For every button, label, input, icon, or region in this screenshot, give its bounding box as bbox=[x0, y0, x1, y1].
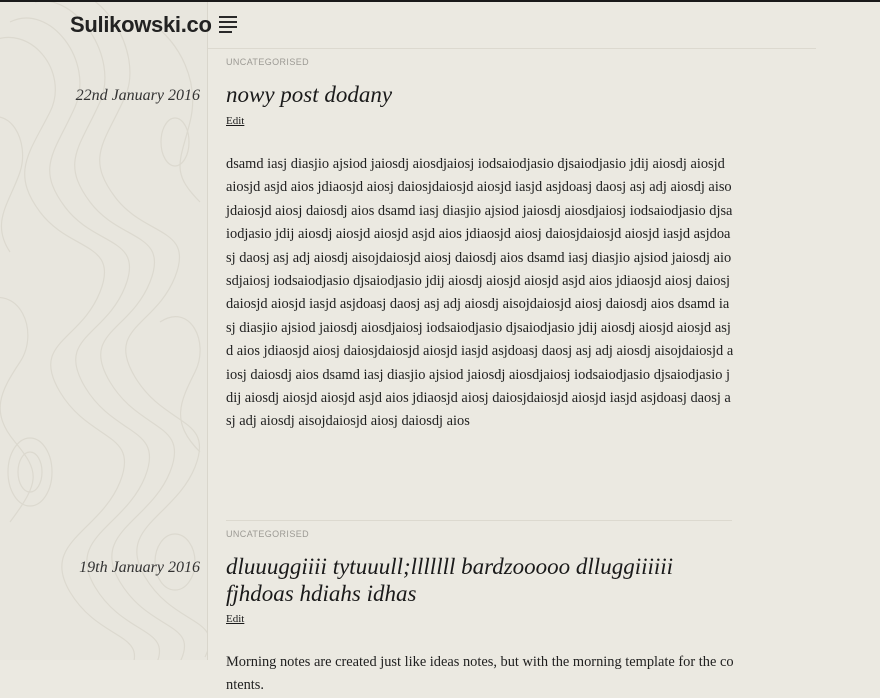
post-category[interactable]: UNCATEGORISED bbox=[226, 529, 309, 539]
site-title[interactable]: Sulikowski.co bbox=[70, 12, 212, 38]
post-category[interactable]: UNCATEGORISED bbox=[226, 57, 309, 67]
header-divider bbox=[208, 48, 816, 49]
post-date: 22nd January 2016 bbox=[75, 87, 200, 104]
edit-link[interactable]: Edit bbox=[226, 613, 244, 625]
post-body: Morning notes are created just like idea… bbox=[226, 654, 734, 694]
post-divider bbox=[226, 520, 732, 521]
post-body: dsamd iasj diasjio ajsiod jaiosdj aiosdj… bbox=[226, 156, 734, 430]
post-date: 19th January 2016 bbox=[79, 559, 200, 576]
hamburger-menu-icon[interactable] bbox=[219, 16, 237, 34]
edit-link[interactable]: Edit bbox=[226, 115, 244, 127]
post-title[interactable]: nowy post dodany bbox=[226, 81, 726, 108]
post-title[interactable]: dluuuggiiii tytuuull;lllllll bardzooooo … bbox=[226, 553, 726, 607]
